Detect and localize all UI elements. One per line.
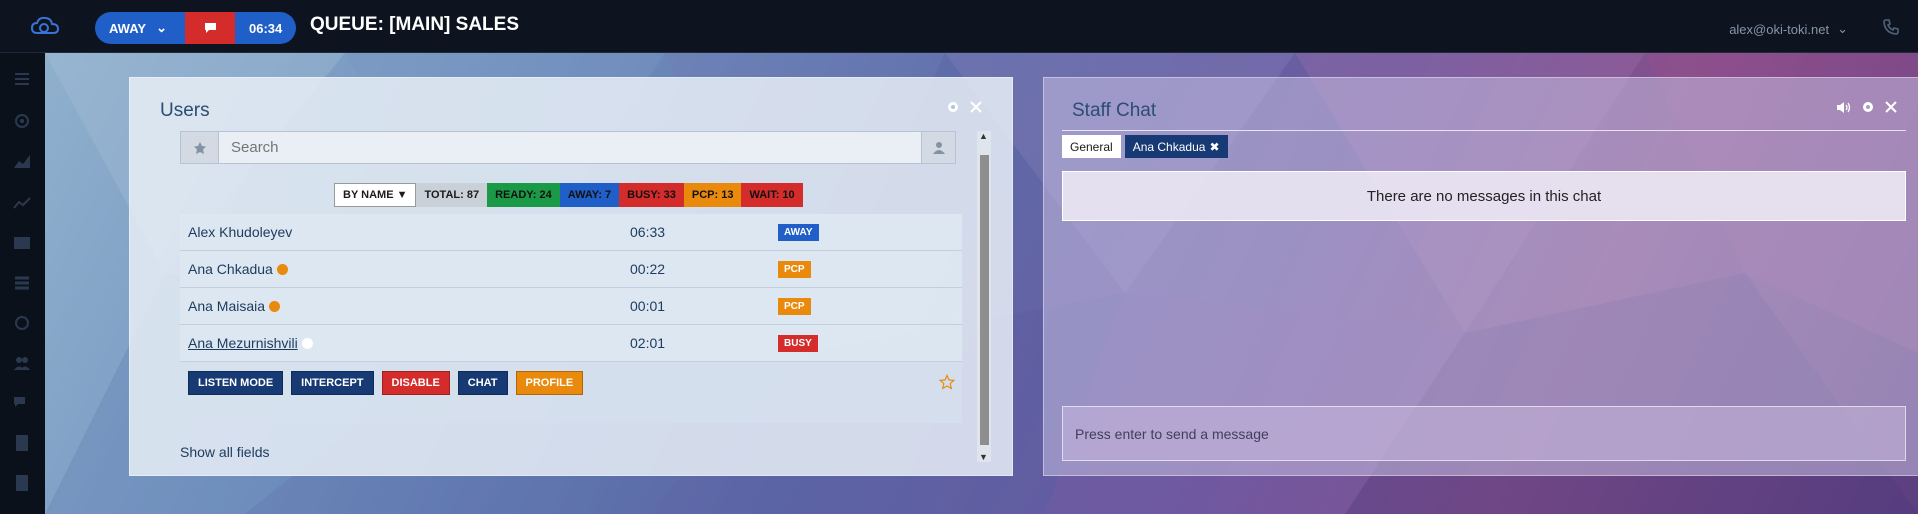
- star-outline-icon[interactable]: [939, 374, 955, 390]
- filter-pcp[interactable]: PCP: 13: [683, 183, 742, 207]
- status-badge: BUSY: [778, 335, 818, 352]
- chat-bubble-icon: [204, 23, 216, 33]
- scroll-down-arrow-icon[interactable]: ▼: [979, 452, 988, 462]
- users-panel: Users ▲ ▼ BY NAME ▼ TOTAL: 87 READY: 24 …: [129, 77, 1013, 476]
- panel-controls: [946, 100, 982, 114]
- queue-title: QUEUE: [MAIN] SALES: [310, 14, 519, 35]
- chat-tabs: General Ana Chkadua ✖: [1062, 135, 1228, 158]
- area-chart-icon[interactable]: [12, 151, 32, 171]
- phone-icon[interactable]: [1882, 18, 1900, 36]
- status-timer: 06:34: [235, 12, 297, 44]
- search-input[interactable]: [219, 132, 921, 163]
- panel-title: Staff Chat: [1072, 100, 1157, 121]
- panel-title: Users: [160, 100, 210, 121]
- scroll-thumb[interactable]: [980, 155, 989, 445]
- user-actions: LISTEN MODE INTERCEPT DISABLE CHAT PROFI…: [188, 371, 584, 395]
- sort-by-name-button[interactable]: BY NAME ▼: [334, 183, 417, 207]
- chats-icon[interactable]: [12, 393, 32, 413]
- table-row[interactable]: Ana Maisaia 00:01 PCP: [180, 288, 962, 325]
- table-row[interactable]: Ana Mezurnishvili 02:01 BUSY: [180, 325, 962, 362]
- user-status-time: 06:33: [630, 224, 666, 240]
- user-status-time: 00:01: [630, 298, 666, 314]
- user-status-time: 00:22: [630, 261, 666, 277]
- phone-book-icon[interactable]: [12, 433, 32, 453]
- status-badge: AWAY: [778, 224, 819, 241]
- empty-chat-message: There are no messages in this chat: [1062, 171, 1906, 221]
- user-name: Ana Chkadua: [188, 261, 288, 277]
- tab-general[interactable]: General: [1062, 135, 1121, 158]
- users-icon[interactable]: [12, 353, 32, 373]
- filter-busy[interactable]: BUSY: 33: [619, 183, 684, 207]
- user-filter-button[interactable]: [921, 132, 955, 163]
- chat-button[interactable]: CHAT: [457, 371, 508, 395]
- user-status-time: 02:01: [630, 335, 666, 351]
- contact-card-icon[interactable]: [12, 233, 32, 253]
- close-icon[interactable]: [1885, 101, 1897, 113]
- table-row[interactable]: Ana Chkadua 00:22 PCP: [180, 251, 962, 288]
- filter-away[interactable]: AWAY: 7: [559, 183, 620, 207]
- user-icon: [932, 142, 945, 154]
- status-dropdown[interactable]: AWAY ⌄: [95, 12, 185, 44]
- user-email: alex@oki-toki.net: [1729, 21, 1830, 37]
- status-badge: PCP: [778, 298, 811, 315]
- tab-label: General: [1070, 139, 1113, 154]
- top-bar: AWAY ⌄ 06:34 QUEUE: [MAIN] SALES alex@ok…: [0, 0, 1918, 53]
- workspace: Users ▲ ▼ BY NAME ▼ TOTAL: 87 READY: 24 …: [45, 53, 1918, 514]
- filter-total[interactable]: TOTAL: 87: [416, 183, 488, 207]
- chevron-down-icon: ⌄: [1837, 21, 1848, 36]
- status-label: AWAY: [109, 20, 147, 36]
- staff-chat-panel: Staff Chat General Ana Chkadua ✖ There a…: [1043, 77, 1918, 476]
- status-filters: BY NAME ▼ TOTAL: 87 READY: 24 AWAY: 7 BU…: [334, 183, 803, 207]
- user-name-text: Ana Maisaia: [188, 298, 266, 314]
- profile-button[interactable]: PROFILE: [515, 371, 584, 395]
- users-table: Alex Khudoleyev 06:33 AWAY Ana Chkadua 0…: [180, 214, 962, 423]
- status-badge: PCP: [778, 261, 811, 278]
- close-icon[interactable]: [970, 101, 982, 113]
- sidebar: [0, 53, 45, 514]
- cloud-logo-icon[interactable]: [30, 14, 60, 38]
- chat-message-input[interactable]: [1062, 406, 1906, 461]
- settings-icon[interactable]: [12, 111, 32, 131]
- listen-mode-button[interactable]: LISTEN MODE: [188, 371, 284, 395]
- user-name-text: Alex Khudoleyev: [188, 224, 293, 240]
- user-name: Ana Mezurnishvili: [188, 335, 313, 351]
- chat-status-button[interactable]: [185, 12, 235, 44]
- user-name-text: Ana Mezurnishvili: [188, 335, 298, 351]
- close-tab-icon[interactable]: ✖: [1209, 140, 1219, 154]
- table-row[interactable]: Alex Khudoleyev 06:33 AWAY: [180, 214, 962, 251]
- user-search-box: [180, 131, 956, 164]
- star-icon: [193, 141, 206, 154]
- line-chart-icon[interactable]: [12, 193, 32, 213]
- presence-dot-icon: [269, 300, 281, 312]
- user-menu[interactable]: alex@oki-toki.net ⌄: [1729, 21, 1848, 37]
- menu-icon[interactable]: [12, 69, 32, 89]
- intercept-button[interactable]: INTERCEPT: [291, 371, 374, 395]
- gear-icon[interactable]: [946, 100, 960, 114]
- user-name: Alex Khudoleyev: [188, 224, 292, 240]
- tab-label: Ana Chkadua: [1132, 139, 1206, 154]
- user-name-text: Ana Chkadua: [188, 261, 273, 277]
- panel-controls: [1836, 100, 1897, 114]
- presence-dot-icon: [301, 337, 313, 349]
- filter-ready[interactable]: READY: 24: [487, 183, 560, 207]
- chevron-down-icon: ⌄: [156, 20, 167, 35]
- volume-icon[interactable]: [1836, 101, 1851, 114]
- show-all-fields-link[interactable]: Show all fields: [180, 444, 270, 460]
- presence-dot-icon: [276, 263, 288, 275]
- tab-ana-chkadua[interactable]: Ana Chkadua ✖: [1124, 135, 1228, 158]
- favorites-filter-button[interactable]: [181, 132, 219, 163]
- user-name: Ana Maisaia: [188, 298, 281, 314]
- circle-icon[interactable]: [12, 313, 32, 333]
- filter-wait[interactable]: WAIT: 10: [741, 183, 803, 207]
- address-book-icon[interactable]: [12, 473, 32, 493]
- list-icon[interactable]: [12, 273, 32, 293]
- disable-button[interactable]: DISABLE: [381, 371, 450, 395]
- scroll-up-arrow-icon[interactable]: ▲: [979, 131, 988, 141]
- users-scrollbar[interactable]: ▲ ▼: [977, 131, 991, 462]
- divider: [1062, 130, 1906, 131]
- gear-icon[interactable]: [1861, 100, 1875, 114]
- agent-status-group: AWAY ⌄ 06:34: [95, 12, 297, 44]
